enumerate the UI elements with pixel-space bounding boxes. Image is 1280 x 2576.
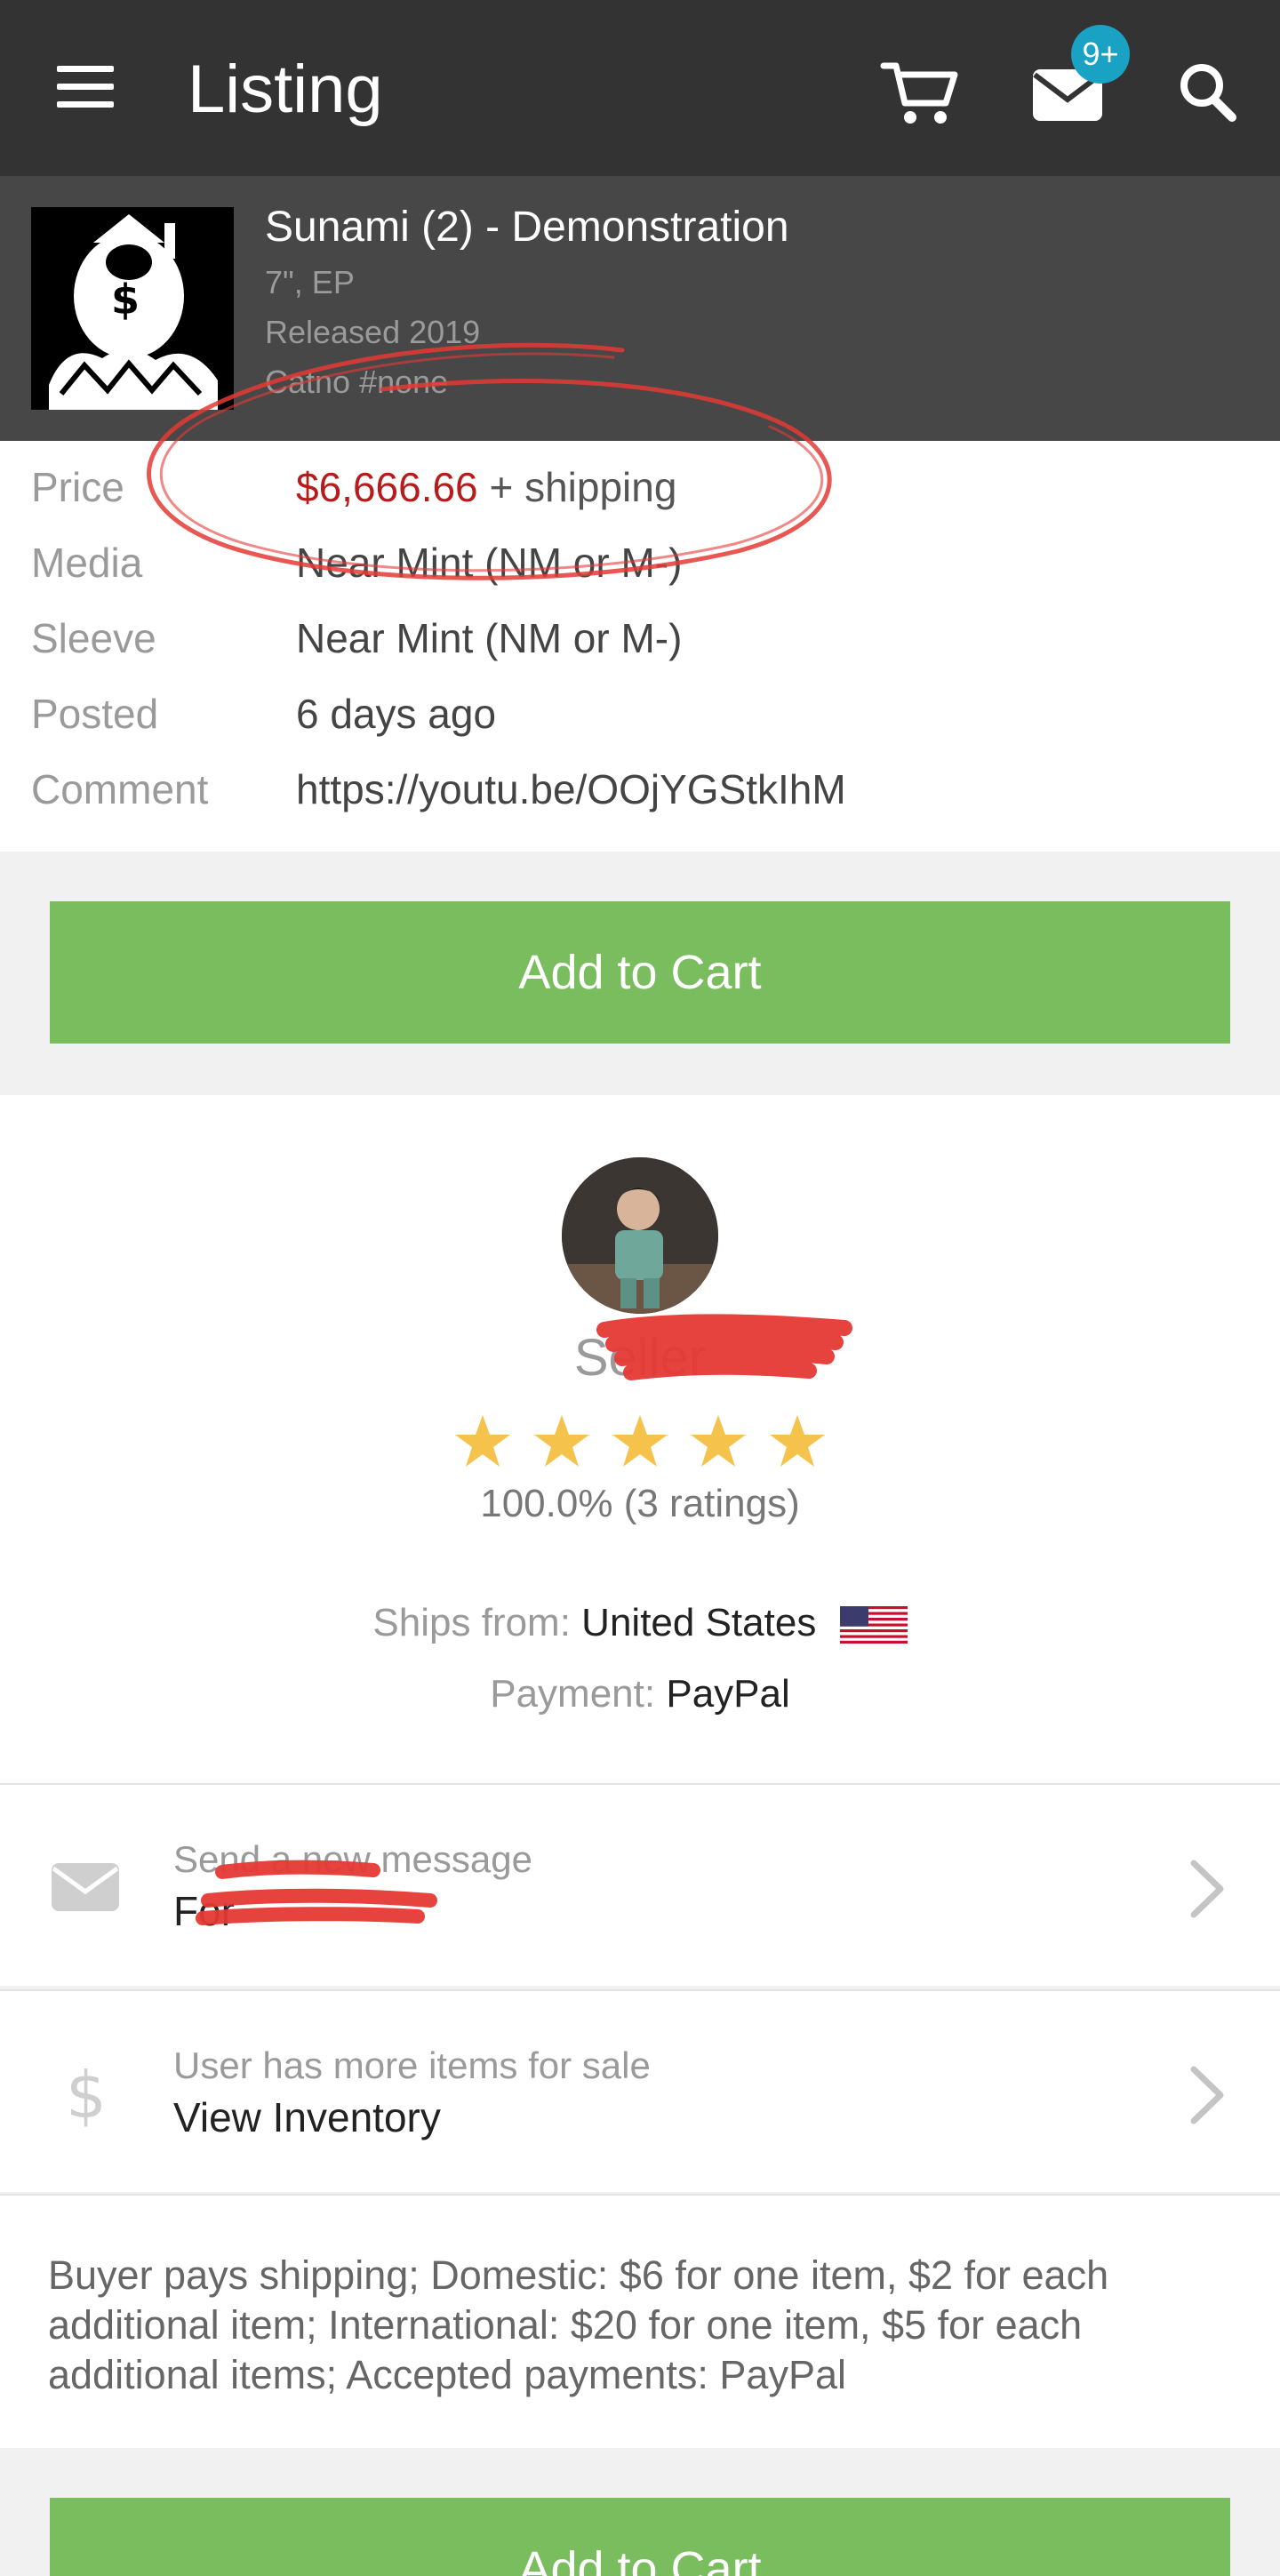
media-value: Near Mint (NM or M-): [296, 540, 683, 586]
release-catno: Catno #none: [265, 364, 449, 400]
price-label: Price: [31, 464, 124, 510]
terms-text: Buyer pays shipping; Domestic: $6 for on…: [48, 2252, 1109, 2397]
payment-info: Payment: PayPal: [0, 1668, 1280, 1721]
payment-value: PayPal: [666, 1672, 790, 1716]
envelope-icon: [50, 1851, 121, 1922]
posted-value: 6 days ago: [296, 691, 497, 737]
star-icon: [534, 1415, 589, 1467]
comment-row: Comment https://youtu.be/OOjYGStkIhM: [0, 752, 1280, 827]
ships-from: Ships from: United States: [0, 1596, 1280, 1650]
star-icon: [612, 1415, 668, 1467]
seller-name[interactable]: Seller: [0, 1323, 1280, 1394]
media-label: Media: [31, 540, 143, 586]
star-icon: [691, 1415, 746, 1467]
search-icon[interactable]: [1175, 55, 1241, 126]
price-amount: $6,666.66: [296, 464, 478, 510]
rating-stars: [455, 1415, 825, 1467]
message-recipient: For: [173, 1888, 235, 1934]
comment-label: Comment: [31, 766, 209, 812]
sleeve-label: Sleeve: [31, 615, 156, 661]
star-icon: [770, 1415, 825, 1467]
dollar-icon: $: [50, 2057, 121, 2132]
app-bar: Listing 9+: [0, 0, 1280, 176]
us-flag-icon: [839, 1606, 908, 1644]
add-to-cart-button[interactable]: Add to Cart: [50, 901, 1230, 1044]
star-icon: [455, 1415, 510, 1467]
rating-text: 100.0% (3 ratings): [480, 1482, 800, 1525]
menu-icon[interactable]: [53, 62, 121, 112]
sleeve-value: Near Mint (NM or M-): [296, 615, 683, 661]
chevron-right-icon: [1185, 2064, 1229, 2126]
payment-label: Payment:: [490, 1672, 656, 1716]
ships-from-label: Ships from:: [372, 1601, 571, 1644]
sleeve-row: Sleeve Near Mint (NM or M-): [0, 601, 1280, 676]
inventory-subtitle: User has more items for sale: [173, 2044, 651, 2086]
view-inventory-row[interactable]: $ User has more items for sale View Inve…: [0, 1989, 1280, 2192]
release-title: Sunami (2) - Demonstration: [265, 204, 789, 251]
price-shipping: + shipping: [489, 464, 677, 510]
page-title: Listing: [188, 52, 383, 127]
release-year: Released 2019: [265, 314, 481, 350]
svg-text:$: $: [111, 276, 140, 324]
seller-avatar[interactable]: [562, 1157, 718, 1314]
price-row: Price $6,666.66 + shipping: [0, 450, 1280, 524]
notification-badge: 9+: [1071, 25, 1130, 84]
seller-section: Seller 100.0% (3 ratings) Ships from: Un…: [0, 1095, 1280, 1783]
release-format: 7", EP: [265, 264, 355, 300]
media-row: Media Near Mint (NM or M-): [0, 525, 1280, 600]
chevron-right-icon: [1185, 1858, 1229, 1920]
ships-from-value: United States: [581, 1601, 817, 1644]
add-to-cart-button-bottom[interactable]: Add to Cart: [50, 2498, 1230, 2576]
comment-link[interactable]: https://youtu.be/OOjYGStkIhM: [296, 752, 846, 827]
cart-icon[interactable]: [880, 57, 960, 128]
price-value: $6,666.66 + shipping: [296, 450, 676, 524]
inventory-title: View Inventory: [173, 2094, 441, 2140]
posted-row: Posted 6 days ago: [0, 676, 1280, 751]
release-header[interactable]: $ Sunami (2) - Demonstration 7", EP Rele…: [0, 176, 1280, 441]
svg-text:$: $: [66, 2058, 107, 2128]
listing-details: Price $6,666.66 + shipping Media Near Mi…: [0, 441, 1280, 852]
send-message-row[interactable]: Send a new message For: [0, 1783, 1280, 1986]
album-cover: $: [31, 207, 234, 410]
message-subtitle: Send a new message: [173, 1838, 532, 1880]
posted-label: Posted: [31, 691, 159, 737]
seller-terms: Buyer pays shipping; Domestic: $6 for on…: [0, 2194, 1280, 2448]
